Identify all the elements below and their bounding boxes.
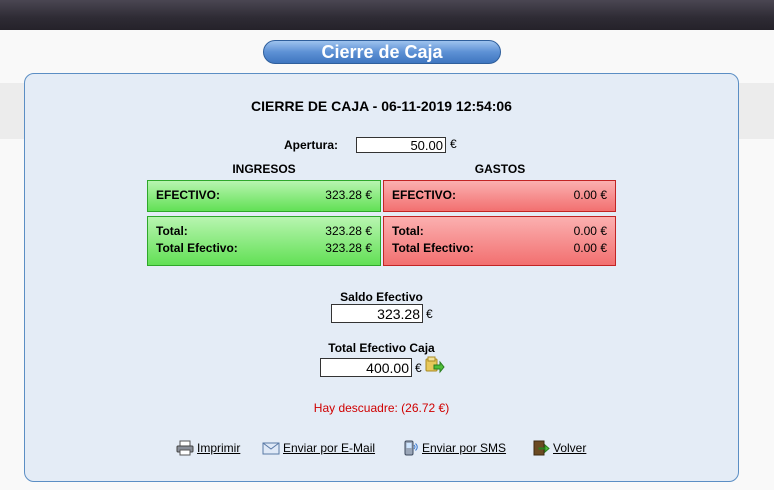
sms-button[interactable]: Enviar por SMS: [401, 440, 506, 456]
descuadre-warning: Hay descuadre: (26.72 €): [313, 401, 450, 415]
gastos-efectivo-value: 0.00 €: [573, 188, 607, 202]
gastos-total-label: Total:: [392, 224, 424, 238]
top-bar: [0, 0, 774, 30]
ingresos-total-efectivo-label: Total Efectivo:: [156, 241, 238, 255]
apertura-input[interactable]: 50.00: [356, 137, 446, 153]
mobile-phone-icon: [401, 440, 419, 456]
cierre-heading: CIERRE DE CAJA - 06-11-2019 12:54:06: [251, 98, 512, 114]
ingresos-total-label: Total:: [156, 224, 188, 238]
total-caja-label: Total Efectivo Caja: [328, 341, 435, 355]
gastos-efectivo-label: EFECTIVO:: [392, 188, 457, 202]
total-caja-input[interactable]: 400.00: [320, 358, 412, 377]
gastos-total-efectivo-label: Total Efectivo:: [392, 241, 474, 255]
sms-label: Enviar por SMS: [422, 441, 507, 455]
ingresos-efectivo-value: 323.28 €: [325, 188, 372, 202]
page-title: Cierre de Caja: [263, 40, 501, 64]
gastos-totals-box: Total: 0.00 € Total Efectivo: 0.00 €: [383, 216, 616, 266]
ingresos-total-efectivo-value: 323.28 €: [325, 241, 372, 255]
gastos-total-efectivo-value: 0.00 €: [573, 241, 607, 255]
ingresos-efectivo-label: EFECTIVO:: [156, 188, 221, 202]
email-button[interactable]: Enviar por E-Mail: [262, 440, 375, 456]
saldo-input[interactable]: 323.28: [331, 304, 423, 323]
imprimir-label: Imprimir: [197, 441, 241, 455]
gastos-title: GASTOS: [474, 162, 526, 176]
volver-label: Volver: [553, 441, 587, 455]
imprimir-button[interactable]: Imprimir: [176, 440, 240, 456]
volver-button[interactable]: Volver: [532, 440, 586, 456]
envelope-icon: [262, 440, 280, 456]
saldo-label: Saldo Efectivo: [340, 290, 423, 304]
apertura-currency: €: [450, 137, 457, 151]
refresh-calc-icon[interactable]: [425, 356, 445, 377]
ingresos-title: INGRESOS: [232, 162, 296, 176]
gastos-efectivo-box: EFECTIVO: 0.00 €: [383, 180, 616, 212]
email-label: Enviar por E-Mail: [283, 441, 376, 455]
apertura-label: Apertura:: [284, 138, 339, 152]
ingresos-total-value: 323.28 €: [325, 224, 372, 238]
exit-door-icon: [532, 440, 550, 456]
saldo-currency: €: [426, 307, 433, 321]
gastos-total-value: 0.00 €: [573, 224, 607, 238]
total-caja-currency: €: [415, 361, 422, 375]
ingresos-totals-box: Total: 323.28 € Total Efectivo: 323.28 €: [147, 216, 381, 266]
ingresos-efectivo-box: EFECTIVO: 323.28 €: [147, 180, 381, 212]
cierre-panel: CIERRE DE CAJA - 06-11-2019 12:54:06 Ape…: [24, 73, 739, 482]
printer-icon: [176, 440, 194, 456]
